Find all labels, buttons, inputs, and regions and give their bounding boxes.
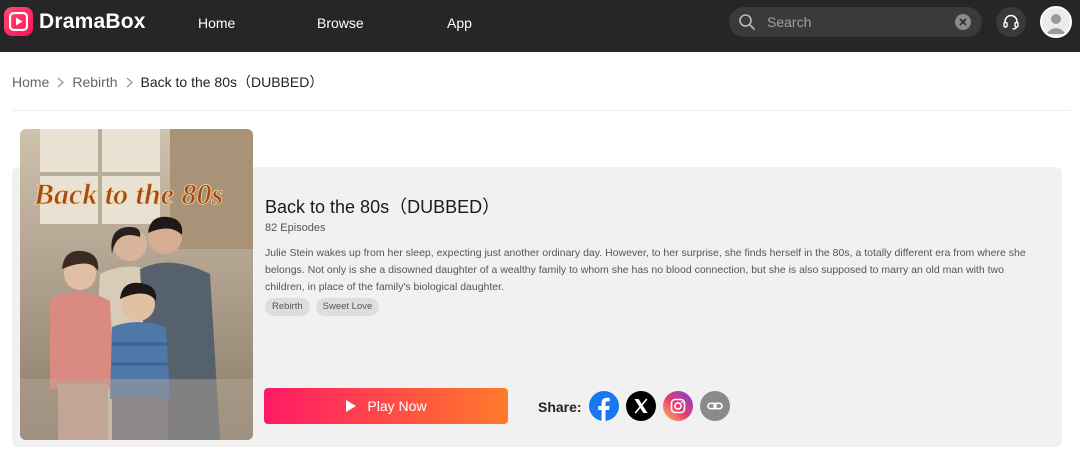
breadcrumb-rebirth[interactable]: Rebirth — [72, 74, 117, 90]
breadcrumb: Home Rebirth Back to the 80s（DUBBED） — [12, 73, 323, 91]
search-box — [729, 7, 982, 37]
headset-icon[interactable] — [996, 7, 1026, 37]
search-icon[interactable] — [738, 13, 756, 36]
play-now-button[interactable]: Play Now — [264, 388, 508, 424]
drama-description: Julie Stein wakes up from her sleep, exp… — [265, 247, 1026, 293]
nav-app[interactable]: App — [447, 15, 472, 31]
drama-poster[interactable]: Back to the 80s — [20, 129, 253, 440]
instagram-icon[interactable] — [663, 391, 693, 421]
breadcrumb-current: Back to the 80s（DUBBED） — [140, 74, 324, 90]
dramabox-logo-icon — [4, 7, 33, 36]
poster-title-text: Back to the 80s — [33, 178, 223, 211]
logo-text: DramaBox — [39, 9, 146, 33]
breadcrumb-home[interactable]: Home — [12, 74, 49, 90]
top-nav-bar: DramaBox Home Browse App — [0, 0, 1080, 52]
user-avatar[interactable] — [1040, 6, 1072, 38]
drama-title: Back to the 80s（DUBBED） — [265, 197, 501, 217]
play-icon — [346, 400, 357, 412]
clear-search-icon[interactable] — [955, 14, 971, 30]
logo[interactable]: DramaBox — [4, 7, 146, 36]
x-icon[interactable] — [626, 391, 656, 421]
episode-count: 82 Episodes — [265, 222, 326, 234]
chevron-right-icon — [126, 77, 133, 88]
tag-rebirth[interactable]: Rebirth — [265, 298, 310, 316]
play-now-label: Play Now — [367, 398, 427, 414]
link-icon[interactable] — [700, 391, 730, 421]
chevron-right-icon — [57, 77, 65, 88]
nav-home[interactable]: Home — [198, 15, 235, 31]
share-label: Share: — [538, 399, 582, 415]
facebook-icon[interactable] — [589, 391, 619, 421]
tag-list: Rebirth Sweet Love — [265, 298, 380, 316]
nav-browse[interactable]: Browse — [317, 15, 364, 31]
tag-sweet-love[interactable]: Sweet Love — [315, 298, 380, 316]
search-input[interactable] — [767, 12, 947, 32]
divider — [12, 110, 1070, 111]
